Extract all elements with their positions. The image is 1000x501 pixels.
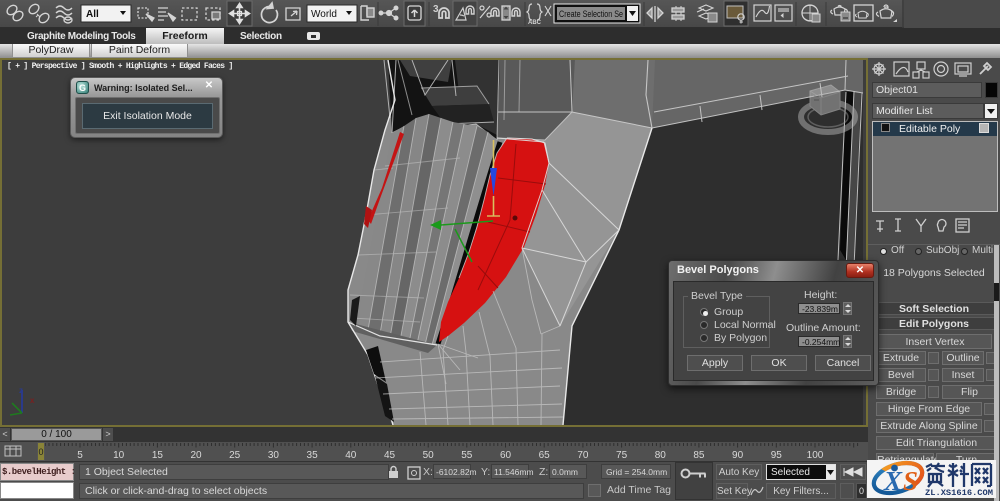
svg-text:ZL.XS1616.COM: ZL.XS1616.COM [925, 488, 993, 498]
svg-text:85: 85 [693, 450, 705, 461]
svg-text:30: 30 [268, 450, 280, 461]
svg-text:35: 35 [307, 450, 319, 461]
svg-text:World: World [311, 9, 337, 20]
svg-text:5: 5 [77, 450, 83, 461]
svg-text:60: 60 [500, 450, 512, 461]
svg-text:All: All [86, 9, 99, 20]
svg-text:75: 75 [616, 450, 628, 461]
svg-text:z: z [19, 386, 23, 395]
svg-text:20: 20 [190, 450, 202, 461]
svg-text:95: 95 [771, 450, 783, 461]
svg-text:15: 15 [152, 450, 164, 461]
svg-text:50: 50 [423, 450, 435, 461]
svg-text:25: 25 [229, 450, 241, 461]
svg-text:3: 3 [433, 4, 439, 15]
svg-text:x: x [30, 396, 35, 405]
svg-text:45: 45 [384, 450, 396, 461]
svg-text:10: 10 [113, 450, 125, 461]
svg-text:65: 65 [539, 450, 551, 461]
svg-text:70: 70 [577, 450, 589, 461]
svg-text:X: X [883, 466, 903, 496]
svg-text:55: 55 [461, 450, 473, 461]
svg-text:S: S [903, 466, 918, 496]
svg-text:Create Selection Se: Create Selection Se [559, 9, 623, 19]
svg-text:40: 40 [345, 450, 357, 461]
svg-text:80: 80 [655, 450, 667, 461]
svg-text:90: 90 [732, 450, 744, 461]
svg-text:ABC: ABC [528, 20, 542, 26]
svg-text:100: 100 [807, 450, 824, 461]
